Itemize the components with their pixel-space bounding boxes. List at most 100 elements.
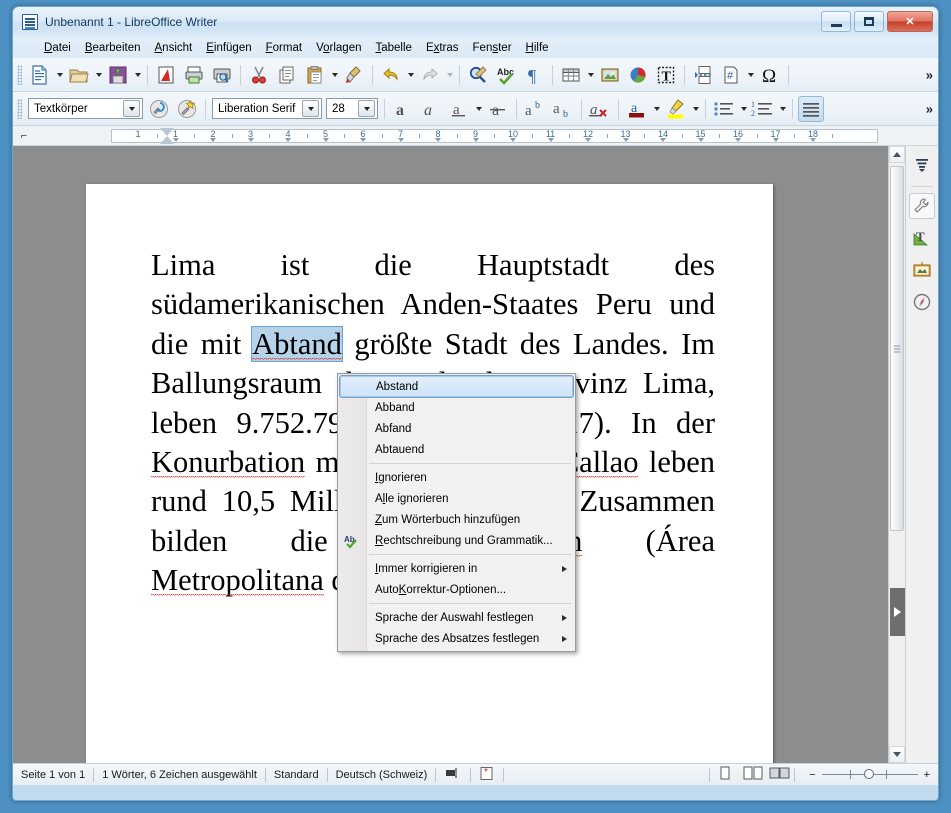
copy-icon[interactable] [274,62,300,88]
context-menu-immer-korrigieren-in[interactable]: Immer korrigieren in [338,558,575,579]
ruler-tab-stop[interactable] [622,138,629,142]
minimize-button[interactable] [821,11,851,32]
find-replace-icon[interactable] [465,62,491,88]
print-icon[interactable] [181,62,207,88]
context-menu-alle-ignorieren[interactable]: Alle ignorieren [338,488,575,509]
ruler-tab-stop[interactable] [697,138,704,142]
scroll-up-icon[interactable] [889,146,905,163]
ruler-tab-stop[interactable] [510,138,516,142]
standard-toolbar-overflow-icon[interactable]: » [926,67,933,82]
underline-dropdown-icon[interactable] [473,96,484,122]
formatting-marks-icon[interactable]: ¶ [521,62,547,88]
sidebar-settings-icon[interactable] [909,152,935,178]
status-word-count[interactable]: 1 Wörter, 6 Zeichen ausgewählt [94,769,265,781]
unordered-list-icon[interactable] [711,96,737,122]
menu-tabelle[interactable]: Tabelle [368,40,418,56]
vertical-scrollbar[interactable] [888,146,905,763]
zoom-slider[interactable]: − + [801,769,938,781]
insert-field-dropdown-icon[interactable] [745,62,756,88]
close-button[interactable]: ✕ [887,11,933,32]
menu-ansicht[interactable]: Ansicht [148,40,200,56]
font-size-combo[interactable]: 28 [326,98,378,119]
book-view-icon[interactable] [766,766,794,783]
spelling-suggestion-abfand[interactable]: Abfand [338,418,575,439]
status-page-style[interactable]: Standard [266,769,327,781]
ruler-tab-stop[interactable] [360,138,366,142]
font-color-icon[interactable]: a [624,96,650,122]
align-justified-icon[interactable] [798,95,824,122]
ruler-tab-stop[interactable] [322,138,329,142]
font-name-combo[interactable]: Liberation Serif [212,98,322,119]
paragraph-style-combo[interactable]: Textkörper [28,98,143,119]
save-document-dropdown-icon[interactable] [132,62,143,88]
context-menu-sprache-des-absatzes-festlegen[interactable]: Sprache des Absatzes festlegen [338,628,575,649]
navigator-icon[interactable] [909,289,935,315]
context-menu-sprache-der-auswahl-festlegen[interactable]: Sprache der Auswahl festlegen [338,607,575,628]
clone-formatting-icon[interactable] [341,62,367,88]
new-document-icon[interactable] [27,62,53,88]
paste-dropdown-icon[interactable] [329,62,340,88]
spelling-suggestion-abtauend[interactable]: Abtauend [338,439,575,460]
spelling-suggestion-abband[interactable]: Abband [338,397,575,418]
comment-marker-icon[interactable] [890,588,905,636]
paste-icon[interactable] [302,62,328,88]
ruler-tab-stop[interactable] [547,138,554,142]
menu-hilfe[interactable]: Hilfe [519,40,556,56]
ruler-tab-stop[interactable] [172,138,179,142]
scrollbar-thumb[interactable] [890,166,904,531]
underline-icon[interactable]: a [446,96,472,122]
clear-formatting-icon[interactable]: a [587,96,613,122]
open-document-icon[interactable] [66,62,92,88]
spelling-suggestion-abstand[interactable]: Abstand [339,375,574,398]
scroll-down-icon[interactable] [889,746,905,763]
ruler-tab-stop[interactable] [210,138,216,142]
maximize-button[interactable] [854,11,884,32]
special-character-icon[interactable]: Ω [757,62,783,88]
gallery-icon[interactable] [909,257,935,283]
redo-dropdown-icon[interactable] [444,62,455,88]
insert-chart-icon[interactable] [625,62,651,88]
selection-mode-icon[interactable] [436,766,470,783]
unordered-list-dropdown-icon[interactable] [738,96,749,122]
insert-table-dropdown-icon[interactable] [585,62,596,88]
ruler-tab-stop[interactable] [735,138,741,142]
tab-left-icon[interactable]: ⌐ [13,126,35,145]
ruler-tab-stop[interactable] [397,138,404,142]
ruler-tab-stop[interactable] [472,138,479,142]
menu-vorlagen[interactable]: Vorlagen [309,40,368,56]
strikethrough-icon[interactable]: a [485,96,511,122]
font-color-dropdown-icon[interactable] [651,96,662,122]
ruler-tab-stop[interactable] [585,138,591,142]
print-preview-icon[interactable] [209,62,235,88]
status-language[interactable]: Deutsch (Schweiz) [328,769,436,781]
ordered-list-dropdown-icon[interactable] [777,96,788,122]
styles-icon[interactable]: T [909,225,935,251]
insert-image-icon[interactable] [597,62,623,88]
undo-icon[interactable] [378,62,404,88]
menu-bearbeiten[interactable]: Bearbeiten [78,40,148,56]
chevron-down-icon[interactable] [358,100,375,117]
horizontal-ruler[interactable]: 1 1 2 3 4 5 6 7 8 9 10 11 12 13 14 15 16 17 18 [35,126,938,145]
ruler-tab-stop[interactable] [285,138,291,142]
save-document-icon[interactable] [105,62,131,88]
highlight-color-dropdown-icon[interactable] [690,96,701,122]
toolbar-grip[interactable] [17,64,22,85]
zoom-in-button[interactable]: + [918,769,930,781]
menu-format[interactable]: Format [259,40,309,56]
spelling-icon[interactable]: Abc [493,62,519,88]
multi-page-view-icon[interactable] [740,766,766,783]
cut-icon[interactable] [246,62,272,88]
insert-field-icon[interactable]: # [718,62,744,88]
redo-icon[interactable] [417,62,443,88]
superscript-icon[interactable]: ab [522,96,548,122]
menu-extras[interactable]: Extras [419,40,466,56]
ruler-tab-stop[interactable] [247,138,254,142]
menu-fenster[interactable]: Fenster [466,40,519,56]
menu-datei[interactable]: Datei [37,40,78,56]
update-style-icon[interactable] [146,96,172,122]
ruler-tab-stop[interactable] [435,138,441,142]
ruler-tab-stop[interactable] [810,138,816,142]
ordered-list-icon[interactable]: 1 2 [750,96,776,122]
context-menu-autokorrektur-optionen[interactable]: AutoKorrektur-Optionen... [338,579,575,600]
insert-table-icon[interactable] [558,62,584,88]
